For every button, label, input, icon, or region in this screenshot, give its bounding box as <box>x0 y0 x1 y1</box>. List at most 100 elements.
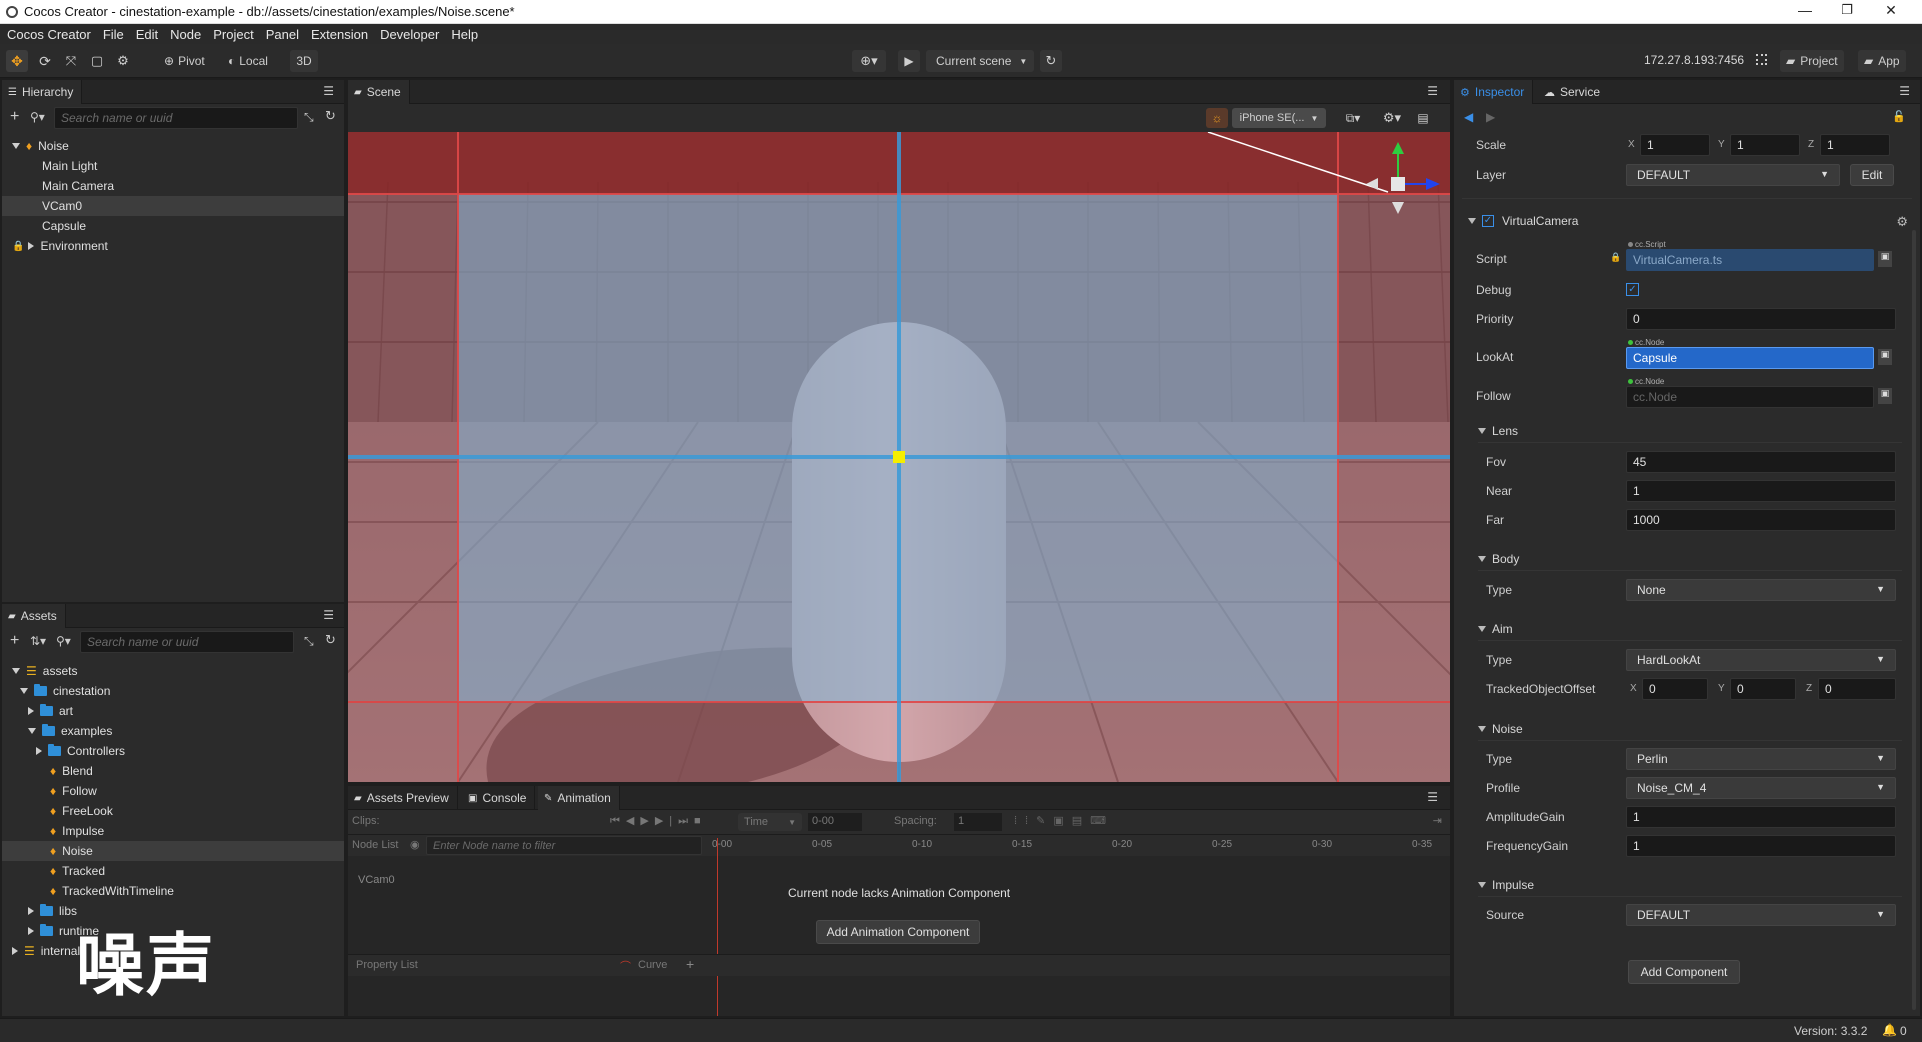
assets-add-icon[interactable]: + <box>10 632 19 650</box>
tab-animation[interactable]: ✎ Animation <box>538 786 620 810</box>
time-value[interactable]: 0-00 <box>808 813 862 831</box>
panel-menu-icon[interactable]: ☰ <box>323 608 334 622</box>
transform-tool-button[interactable]: ⚙ <box>112 50 134 72</box>
tree-node-noise[interactable]: ♦ Noise <box>12 136 69 156</box>
expand-icon[interactable] <box>12 947 18 955</box>
tree-node-environment[interactable]: 🔒 Environment <box>12 236 108 256</box>
search-icon[interactable]: ⚲▾ <box>30 110 45 124</box>
tree-node-main-light[interactable]: Main Light <box>42 156 97 176</box>
amplitude-gain-input[interactable]: 1 <box>1626 806 1896 828</box>
qr-icon[interactable] <box>1756 54 1767 65</box>
enabled-checkbox[interactable]: ✓ <box>1482 215 1494 227</box>
layer-select[interactable]: DEFAULT <box>1626 164 1840 186</box>
back-arrow-icon[interactable]: ◀ <box>1464 110 1473 124</box>
scale-x-input[interactable]: 1 <box>1640 134 1710 156</box>
body-type-select[interactable]: None <box>1626 579 1896 601</box>
scene-viewport[interactable] <box>348 132 1450 782</box>
maximize-button[interactable]: ❐ <box>1832 2 1862 18</box>
expand-icon[interactable] <box>1478 882 1486 888</box>
assets-search-input[interactable] <box>80 631 294 653</box>
expand-icon[interactable] <box>12 143 20 149</box>
asset-tracked[interactable]: ♦ Tracked <box>50 861 105 881</box>
spacing-input[interactable]: 1 <box>954 813 1002 831</box>
project-button[interactable]: ▰ Project <box>1780 50 1844 72</box>
expand-icon[interactable] <box>1478 556 1486 562</box>
asset-art[interactable]: art <box>28 701 73 721</box>
menu-app[interactable]: Cocos Creator <box>7 27 91 42</box>
panel-menu-icon[interactable]: ☰ <box>1899 84 1910 98</box>
tab-inspector[interactable]: ⚙ Inspector <box>1454 80 1534 104</box>
body-section[interactable]: Body <box>1478 552 1519 566</box>
debug-checkbox[interactable]: ✓ <box>1626 283 1639 296</box>
tab-assets[interactable]: ▰ Assets <box>2 604 66 628</box>
curve-icon[interactable]: ⌒ <box>620 958 631 974</box>
near-input[interactable]: 1 <box>1626 480 1896 502</box>
source-select[interactable]: DEFAULT <box>1626 904 1896 926</box>
sort-icon[interactable]: ⇅▾ <box>30 634 46 648</box>
expand-icon[interactable] <box>12 668 20 674</box>
eye-icon[interactable]: ◉ <box>410 838 420 851</box>
asset-internal[interactable]: ☰ internal <box>12 941 80 961</box>
add-component-button[interactable]: Add Component <box>1628 960 1740 984</box>
expand-icon[interactable] <box>1478 626 1486 632</box>
priority-input[interactable]: 0 <box>1626 308 1896 330</box>
impulse-section[interactable]: Impulse <box>1478 878 1534 892</box>
expand-icon[interactable] <box>1468 218 1476 224</box>
expand-icon[interactable] <box>20 688 28 694</box>
panel-menu-icon[interactable]: ☰ <box>1427 84 1438 98</box>
keyframe-tools[interactable]: ⁞⁞✎▣▤⌨ <box>1014 814 1114 827</box>
tab-assets-preview[interactable]: ▰ Assets Preview <box>348 786 458 810</box>
menu-project[interactable]: Project <box>213 27 253 42</box>
offset-x-input[interactable]: 0 <box>1642 678 1708 700</box>
aim-section[interactable]: Aim <box>1478 622 1513 636</box>
menu-file[interactable]: File <box>103 27 124 42</box>
tab-console[interactable]: ▣ Console <box>462 786 536 810</box>
add-property-icon[interactable]: + <box>686 956 694 972</box>
panel-menu-icon[interactable]: ☰ <box>1427 790 1438 804</box>
collapse-all-icon[interactable]: ⤡ <box>304 634 314 649</box>
curve-label[interactable]: Curve <box>638 959 667 971</box>
scale-y-input[interactable]: 1 <box>1730 134 1800 156</box>
locate-icon[interactable]: ▣ <box>1878 349 1892 365</box>
time-mode-select[interactable]: Time ▼ <box>738 813 802 831</box>
panel-menu-icon[interactable]: ☰ <box>323 84 334 98</box>
playhead-line[interactable] <box>717 838 718 1016</box>
asset-impulse[interactable]: ♦ Impulse <box>50 821 104 841</box>
tree-node-capsule[interactable]: Capsule <box>42 216 86 236</box>
asset-noise[interactable]: ♦ Noise <box>2 841 344 861</box>
offset-y-input[interactable]: 0 <box>1730 678 1796 700</box>
expand-icon[interactable] <box>1478 726 1486 732</box>
inspector-scrollbar[interactable] <box>1912 230 1916 1010</box>
asset-cinestation[interactable]: cinestation <box>20 681 110 701</box>
menu-node[interactable]: Node <box>170 27 201 42</box>
asset-blend[interactable]: ♦ Blend <box>50 761 93 781</box>
layer-edit-button[interactable]: Edit <box>1850 164 1894 186</box>
noise-type-select[interactable]: Perlin <box>1626 748 1896 770</box>
device-select[interactable]: iPhone SE(... ▼ <box>1232 108 1326 128</box>
tab-hierarchy[interactable]: ☰ Hierarchy <box>2 80 83 104</box>
light-toggle-button[interactable]: ☼ <box>1206 108 1228 128</box>
noise-section[interactable]: Noise <box>1478 722 1523 736</box>
close-button[interactable]: ✕ <box>1876 2 1906 19</box>
menu-extension[interactable]: Extension <box>311 27 368 42</box>
local-button[interactable]: ◐ Local <box>222 50 274 72</box>
rect-tool-button[interactable]: ▢ <box>86 50 108 72</box>
tree-node-main-camera[interactable]: Main Camera <box>42 176 114 196</box>
asset-controllers[interactable]: Controllers <box>36 741 125 761</box>
pivot-button[interactable]: ⊕ Pivot <box>158 50 211 72</box>
asset-libs[interactable]: libs <box>28 901 77 921</box>
forward-arrow-icon[interactable]: ▶ <box>1486 110 1495 124</box>
asset-follow[interactable]: ♦ Follow <box>50 781 97 801</box>
playback-controls[interactable]: ⏮◀▶▶|⏭■ <box>610 814 707 828</box>
minimize-button[interactable]: — <box>1790 2 1820 18</box>
rotate-tool-button[interactable]: ⟳ <box>34 50 56 72</box>
tab-service[interactable]: ☁ Service <box>1538 80 1608 104</box>
app-button[interactable]: ▰ App <box>1858 50 1906 72</box>
tab-scene[interactable]: ▰ Scene <box>348 80 410 104</box>
component-settings-icon[interactable]: ⚙ <box>1896 214 1908 230</box>
locate-icon[interactable]: ▣ <box>1878 251 1892 267</box>
move-tool-button[interactable]: ✥ <box>6 50 28 72</box>
asset-examples[interactable]: examples <box>28 721 112 741</box>
frequency-gain-input[interactable]: 1 <box>1626 835 1896 857</box>
asset-assets[interactable]: ☰ assets <box>12 661 77 681</box>
